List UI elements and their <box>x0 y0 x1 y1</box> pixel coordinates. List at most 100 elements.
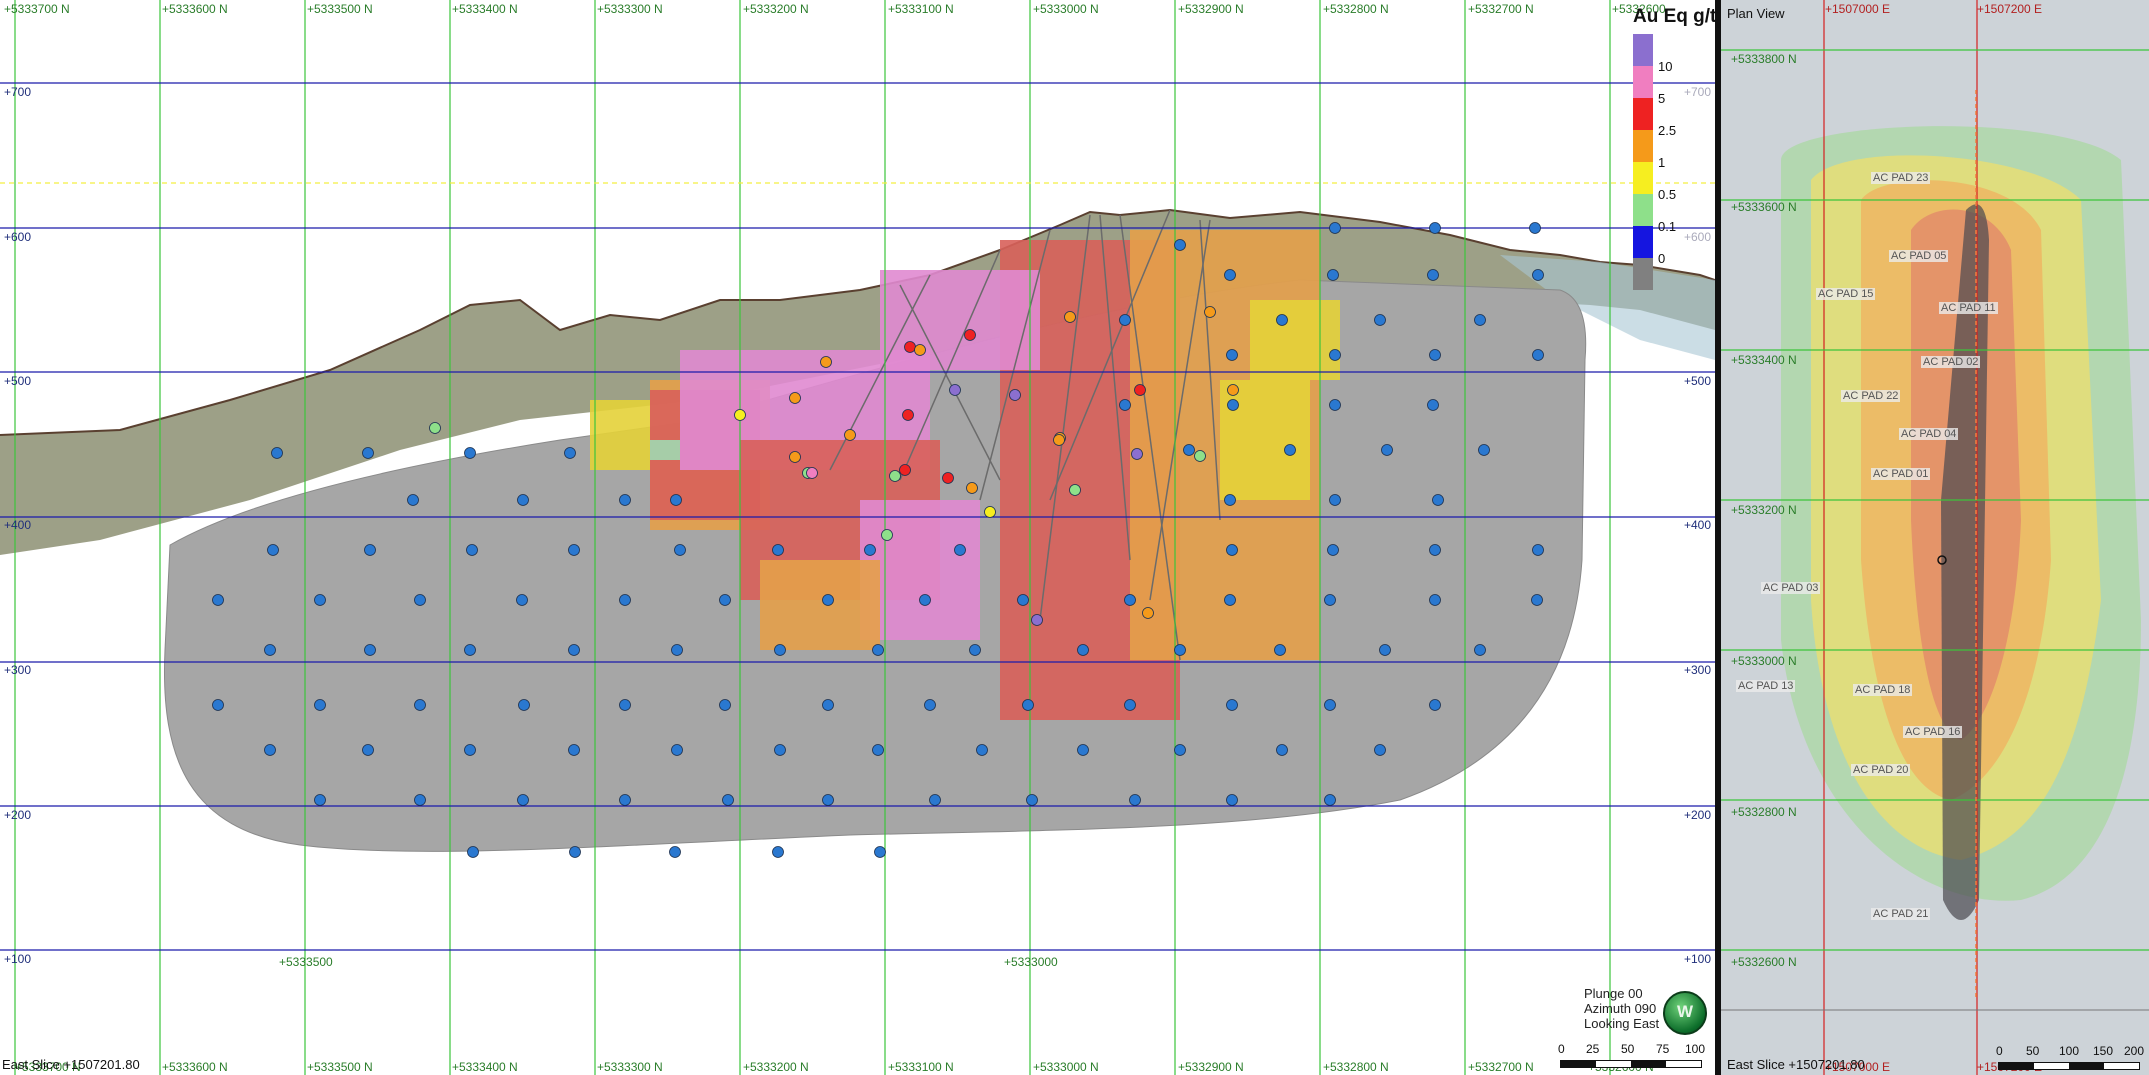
plunge-text: Plunge 00 <box>1584 986 1643 1001</box>
elevation-label: +100 <box>4 952 32 966</box>
sample-point <box>1224 269 1236 281</box>
pad-label[interactable]: AC PAD 02 <box>1921 356 1981 368</box>
sample-point <box>619 594 631 606</box>
legend-label: 0 <box>1658 251 1666 266</box>
sample-point <box>670 494 682 506</box>
plan-northing-label: +5332800 N <box>1731 805 1797 819</box>
sample-point <box>1429 699 1441 711</box>
sample-point <box>1432 494 1444 506</box>
sample-point <box>1053 434 1065 446</box>
pad-label[interactable]: AC PAD 15 <box>1816 288 1876 300</box>
sample-point <box>822 794 834 806</box>
sample-point <box>1531 594 1543 606</box>
sample-point <box>264 744 276 756</box>
pad-label[interactable]: AC PAD 13 <box>1736 680 1796 692</box>
elevation-label: +200 <box>1684 808 1712 822</box>
sample-point <box>722 794 734 806</box>
sample-point <box>517 494 529 506</box>
sample-point <box>1329 399 1341 411</box>
sample-point <box>1478 444 1490 456</box>
legend-swatch <box>1633 258 1653 290</box>
pad-label[interactable]: AC PAD 03 <box>1761 582 1821 594</box>
sample-point <box>976 744 988 756</box>
pad-label[interactable]: AC PAD 21 <box>1871 908 1931 920</box>
northing-label: +5333500 N <box>307 1060 373 1074</box>
sample-point <box>954 544 966 556</box>
low-grade-block <box>590 400 650 470</box>
scale-bar-graphic <box>1560 1060 1702 1068</box>
sample-point <box>1427 399 1439 411</box>
plan-view-title: Plan View <box>1727 6 1785 21</box>
northing-label: +5333000 N <box>1033 2 1099 16</box>
plan-view[interactable]: Plan View +1507000 E +1507200 E +1507000… <box>1721 0 2149 1075</box>
sample-point <box>564 447 576 459</box>
sample-point <box>671 644 683 656</box>
legend-label: 0.5 <box>1658 187 1677 202</box>
sample-point <box>267 544 279 556</box>
sample-point <box>1022 699 1034 711</box>
sample-point <box>1327 544 1339 556</box>
sample-point <box>889 470 901 482</box>
northing-label: +5333000 N <box>1033 1060 1099 1074</box>
legend-label: 10 <box>1658 59 1673 74</box>
sample-point <box>919 594 931 606</box>
northing-label: +5333600 N <box>162 2 228 16</box>
legend-swatch <box>1633 66 1653 98</box>
sample-point <box>568 744 580 756</box>
scale-label: 50 <box>2026 1044 2040 1058</box>
pad-label[interactable]: AC PAD 20 <box>1851 764 1911 776</box>
sample-point <box>1374 314 1386 326</box>
pad-label[interactable]: AC PAD 18 <box>1853 684 1913 696</box>
northing-label: +5332800 N <box>1323 1060 1389 1074</box>
northing-label: +5333500 N <box>307 2 373 16</box>
sample-point <box>1077 644 1089 656</box>
sample-point <box>872 644 884 656</box>
sample-point <box>1324 594 1336 606</box>
northing-label: +5333700 N <box>4 2 70 16</box>
sample-point <box>1429 594 1441 606</box>
pad-label[interactable]: AC PAD 05 <box>1889 250 1949 262</box>
sample-point <box>674 544 686 556</box>
sample-point <box>734 409 746 421</box>
sample-point <box>1327 269 1339 281</box>
cross-section-view[interactable]: +5333700 N +5333600 N +5333500 N +533340… <box>0 0 1715 1075</box>
sample-point <box>518 699 530 711</box>
sample-point <box>212 594 224 606</box>
sample-point <box>969 644 981 656</box>
sample-point <box>1119 314 1131 326</box>
pad-label[interactable]: AC PAD 11 <box>1939 302 1998 314</box>
sample-point <box>568 544 580 556</box>
sample-point <box>414 699 426 711</box>
elevation-label: +300 <box>1684 663 1712 677</box>
sample-point <box>314 794 326 806</box>
scale-label: 0 <box>1996 1044 2003 1058</box>
sample-point <box>1276 314 1288 326</box>
low-grade-block <box>1220 380 1310 500</box>
looking-text: Looking East <box>1584 1016 1660 1031</box>
azimuth-text: Azimuth 090 <box>1584 1001 1657 1016</box>
sample-point <box>806 467 818 479</box>
pad-label[interactable]: AC PAD 22 <box>1841 390 1901 402</box>
sample-point <box>820 356 832 368</box>
pad-label[interactable]: AC PAD 23 <box>1871 172 1931 184</box>
elevation-label: +400 <box>1684 518 1712 532</box>
sample-point <box>619 699 631 711</box>
sample-point <box>671 744 683 756</box>
plan-view-canvas[interactable] <box>1721 0 2149 1075</box>
compass-icon[interactable]: W <box>1663 991 1707 1035</box>
sample-point <box>719 699 731 711</box>
sample-point <box>984 506 996 518</box>
sample-point <box>414 794 426 806</box>
pad-label[interactable]: AC PAD 04 <box>1899 428 1959 440</box>
northing-label: +5332800 N <box>1323 2 1389 16</box>
scale-label: 150 <box>2093 1044 2114 1058</box>
plan-scale-bar: 0 50 100 150 200 <box>1986 1042 2146 1072</box>
sample-point <box>1329 349 1341 361</box>
sample-point <box>1031 614 1043 626</box>
inner-northing-label: +5333500 <box>279 955 333 969</box>
pad-label[interactable]: AC PAD 16 <box>1903 726 1963 738</box>
cross-section-canvas[interactable] <box>0 0 1715 1075</box>
elevation-label: +300 <box>4 663 32 677</box>
pad-label[interactable]: AC PAD 01 <box>1871 468 1931 480</box>
sample-point <box>929 794 941 806</box>
